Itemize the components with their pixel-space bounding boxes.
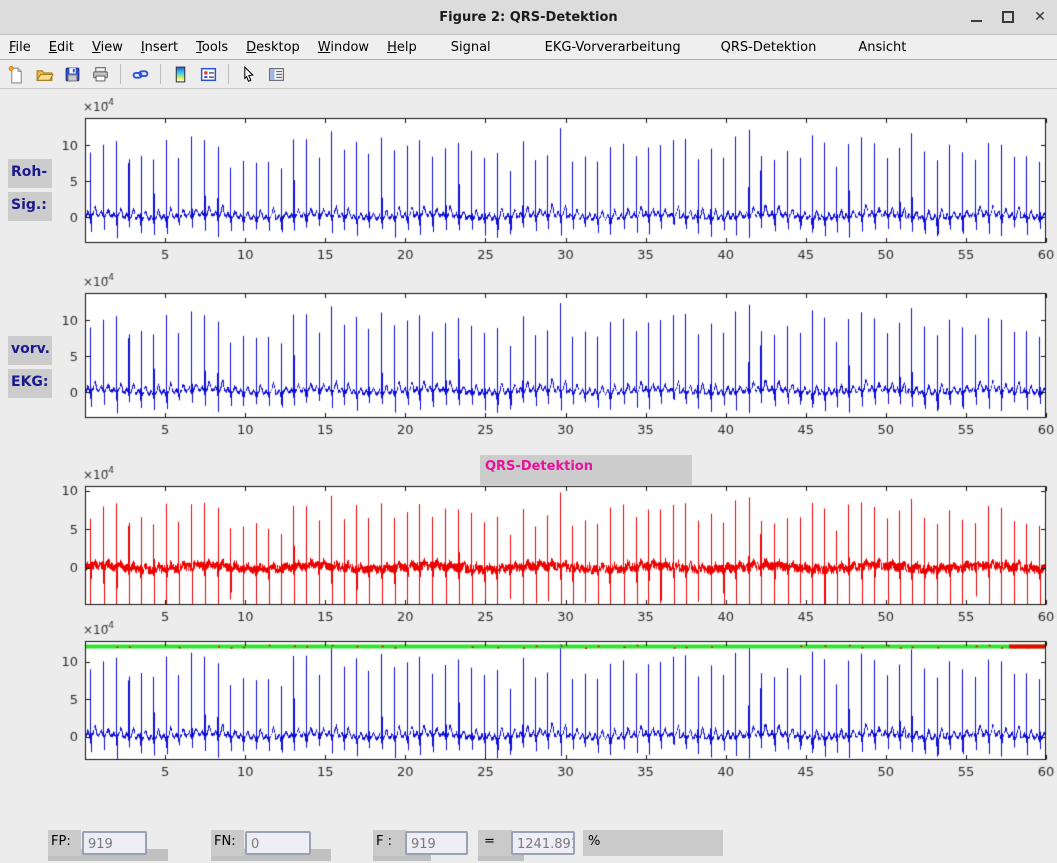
link-plots-button[interactable] (129, 63, 152, 86)
print-button[interactable] (89, 63, 112, 86)
percent-label: % (583, 830, 723, 856)
save-button[interactable] (61, 63, 84, 86)
toolbar-separator (120, 64, 121, 84)
minimize-button[interactable] (965, 6, 987, 28)
menubar: File Edit View Insert Tools Desktop Wind… (0, 35, 1057, 60)
link-plots-icon (131, 65, 150, 84)
menu-window[interactable]: Window (309, 38, 378, 57)
fn-field[interactable] (245, 831, 311, 855)
fp-field[interactable] (82, 831, 147, 855)
edit-plot-button[interactable] (237, 63, 260, 86)
insert-colorbar-button[interactable] (169, 63, 192, 86)
label-roh-signal-2: Sig.: (8, 192, 52, 221)
toolbar (0, 60, 1057, 89)
titlebar: Figure 2: QRS-Detektion ✕ (0, 0, 1057, 35)
label-roh-signal-1: Roh- (8, 159, 52, 188)
legend-icon (199, 65, 218, 84)
menu-qrs-detektion[interactable]: QRS-Detektion (712, 38, 826, 57)
window-title: Figure 2: QRS-Detektion (439, 10, 617, 25)
equals-label: = (478, 830, 512, 856)
minimize-icon (971, 20, 982, 22)
menu-file[interactable]: File (0, 38, 40, 57)
plot-detection-result (55, 621, 1057, 784)
property-editor-icon (267, 65, 286, 84)
menu-ansicht[interactable]: Ansicht (849, 38, 915, 57)
plot-preprocessed-ecg (55, 273, 1057, 442)
f-label: F : (373, 830, 406, 856)
menu-insert[interactable]: Insert (132, 38, 187, 57)
menu-edit[interactable]: Edit (40, 38, 83, 57)
property-editor-button[interactable] (265, 63, 288, 86)
save-icon (63, 65, 82, 84)
maximize-icon (1002, 11, 1014, 23)
plot-qrs-filtered (55, 466, 1057, 629)
toolbar-separator (228, 64, 229, 84)
open-folder-icon (35, 65, 54, 84)
close-icon: ✕ (1034, 9, 1046, 25)
maximize-button[interactable] (997, 6, 1019, 28)
f-percent-field[interactable] (511, 831, 575, 855)
arrow-cursor-icon (239, 65, 258, 84)
window-controls: ✕ (965, 0, 1051, 34)
menu-desktop[interactable]: Desktop (237, 38, 309, 57)
menu-ekg-vorverarbeitung[interactable]: EKG-Vorverarbeitung (536, 38, 690, 57)
figure-window: Figure 2: QRS-Detektion ✕ File Edit View… (0, 0, 1057, 863)
label-vorv-ekg-2: EKG: (8, 369, 52, 398)
fp-label: FP: (48, 830, 81, 856)
open-file-button[interactable] (33, 63, 56, 86)
menu-help[interactable]: Help (378, 38, 426, 57)
label-vorv-ekg-1: vorv. (8, 336, 52, 365)
menu-view[interactable]: View (83, 38, 132, 57)
plot-raw-ecg (55, 98, 1057, 267)
new-document-icon (7, 65, 26, 84)
insert-legend-button[interactable] (197, 63, 220, 86)
close-button[interactable]: ✕ (1029, 6, 1051, 28)
menu-tools[interactable]: Tools (187, 38, 237, 57)
f-field[interactable] (405, 831, 468, 855)
menu-signal[interactable]: Signal (442, 38, 500, 57)
toolbar-separator (160, 64, 161, 84)
colorbar-icon (171, 65, 190, 84)
fn-label: FN: (211, 830, 244, 856)
new-document-button[interactable] (5, 63, 28, 86)
print-icon (91, 65, 110, 84)
